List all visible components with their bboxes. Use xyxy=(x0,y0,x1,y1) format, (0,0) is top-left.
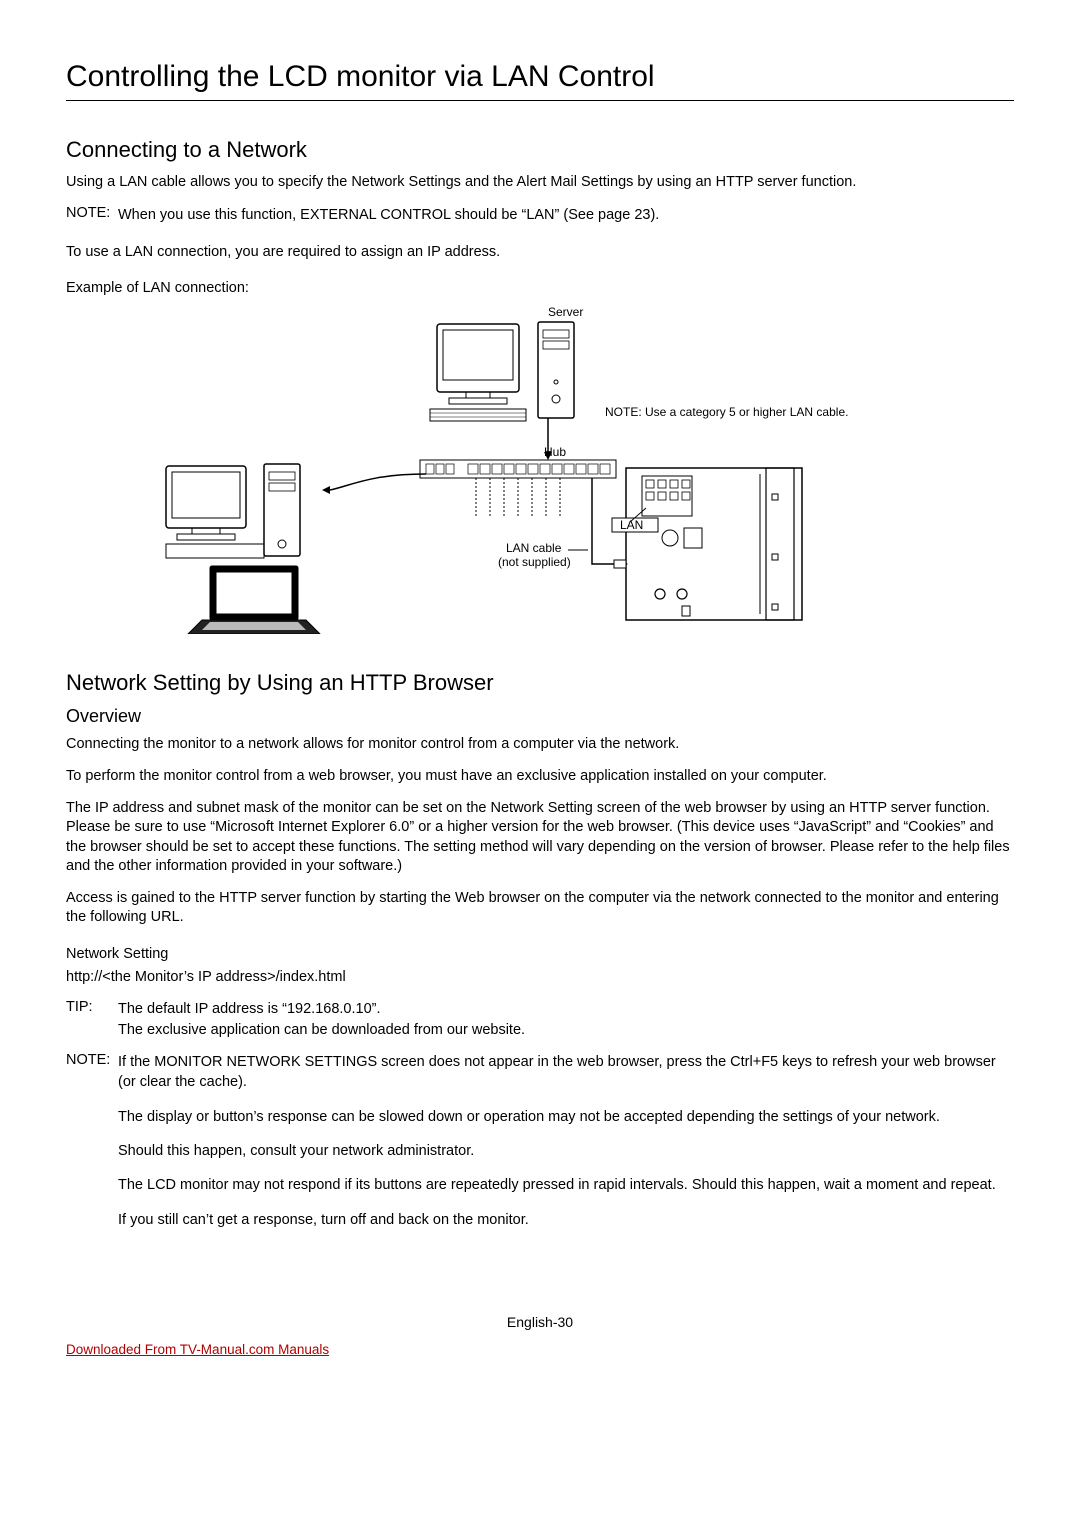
section2-p1: Connecting the monitor to a network allo… xyxy=(66,735,1014,755)
url-text: http://<the Monitor’s IP address>/index.… xyxy=(66,968,1014,988)
section2-p2: To perform the monitor control from a we… xyxy=(66,767,1014,787)
tip-key: TIP: xyxy=(66,999,118,1040)
section2-p3: The IP address and subnet mask of the mo… xyxy=(66,799,1014,877)
note-value: When you use this function, EXTERNAL CON… xyxy=(118,205,1014,225)
laptop xyxy=(188,566,320,634)
cable-note: NOTE: Use a category 5 or higher LAN cab… xyxy=(605,405,848,419)
note2-key: NOTE: xyxy=(66,1052,118,1244)
network-setting-label: Network Setting xyxy=(66,946,1014,962)
note-key: NOTE: xyxy=(66,205,118,225)
note2-p4: The LCD monitor may not respond if its b… xyxy=(118,1175,1014,1195)
tip-value: The default IP address is “192.168.0.10”… xyxy=(118,999,1014,1040)
left-pc xyxy=(166,464,300,558)
note2-p2: The display or button’s response can be … xyxy=(118,1107,1014,1127)
page-title: Controlling the LCD monitor via LAN Cont… xyxy=(66,60,1014,101)
lan-cable-label: LAN cable xyxy=(506,541,562,555)
section-http-heading: Network Setting by Using an HTTP Browser xyxy=(66,670,1014,696)
lcd-panel xyxy=(612,468,802,620)
note2-p3: Should this happen, consult your network… xyxy=(118,1141,1014,1161)
section2-p4: Access is gained to the HTTP server func… xyxy=(66,889,1014,928)
tip-row: TIP: The default IP address is “192.168.… xyxy=(66,999,1014,1040)
lan-connection-diagram: Server NOTE: Use a category 5 or higher … xyxy=(66,304,1014,634)
download-link[interactable]: Downloaded From TV-Manual.com Manuals xyxy=(66,1342,1014,1357)
not-supplied-label: (not supplied) xyxy=(498,555,571,569)
overview-subheading: Overview xyxy=(66,706,1014,727)
section1-p1: Using a LAN cable allows you to specify … xyxy=(66,173,1014,193)
note2-value: If the MONITOR NETWORK SETTINGS screen d… xyxy=(118,1052,1014,1244)
page-number: English-30 xyxy=(66,1314,1014,1330)
example-label: Example of LAN connection: xyxy=(66,280,1014,296)
section1-p2: To use a LAN connection, you are require… xyxy=(66,243,1014,263)
server-label: Server xyxy=(548,305,583,319)
note-external-control: NOTE: When you use this function, EXTERN… xyxy=(66,205,1014,225)
note2-row: NOTE: If the MONITOR NETWORK SETTINGS sc… xyxy=(66,1052,1014,1244)
server-group xyxy=(430,322,574,421)
hub-label: Hub xyxy=(544,445,566,459)
note2-p5: If you still can’t get a response, turn … xyxy=(118,1210,1014,1230)
note2-p1: If the MONITOR NETWORK SETTINGS screen d… xyxy=(118,1052,1014,1093)
section-connecting-heading: Connecting to a Network xyxy=(66,137,1014,163)
